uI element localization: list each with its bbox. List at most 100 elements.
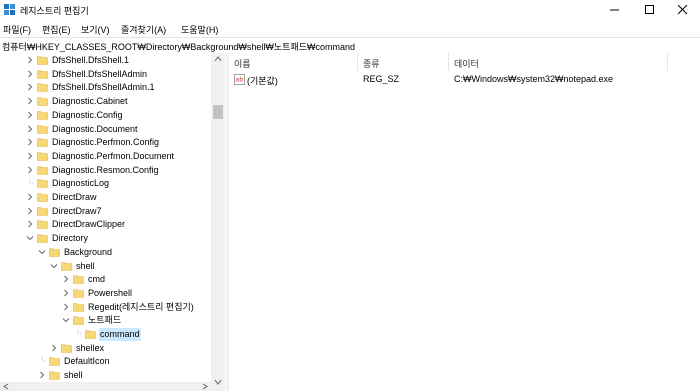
expand-chevron-icon[interactable] bbox=[26, 111, 34, 119]
tree-item[interactable]: 노트패드 bbox=[0, 314, 210, 327]
column-header-data-label: 데이터 bbox=[454, 59, 479, 69]
expand-chevron-icon[interactable] bbox=[26, 97, 34, 105]
address-bar[interactable]: 컴퓨터₩HKEY_CLASSES_ROOT₩Directory₩Backgrou… bbox=[0, 37, 700, 54]
folder-icon bbox=[73, 275, 84, 284]
expand-chevron-icon[interactable] bbox=[50, 344, 58, 352]
tree-item[interactable]: DirectDraw7 bbox=[0, 205, 210, 218]
expand-chevron-icon[interactable] bbox=[26, 70, 34, 78]
tree-item-label: shell bbox=[76, 260, 95, 271]
tree-item-label: cmd bbox=[88, 274, 106, 285]
key-tree[interactable]: DfsShell.DfsShell.1 DfsShell.DfsShellAdmi… bbox=[0, 53, 226, 391]
tree-item-label: DefaultIcon bbox=[64, 356, 110, 367]
folder-icon bbox=[37, 97, 48, 106]
tree-item[interactable]: shell bbox=[0, 369, 210, 382]
folder-icon bbox=[37, 69, 48, 79]
folder-icon bbox=[61, 343, 72, 353]
close-button[interactable] bbox=[666, 0, 700, 20]
minimize-icon bbox=[610, 9, 619, 11]
tree-item[interactable]: DefaultIcon bbox=[0, 355, 210, 368]
folder-icon bbox=[37, 56, 48, 65]
tree-item[interactable]: DirectDraw bbox=[0, 191, 210, 204]
tree-item[interactable]: DiagnosticLog bbox=[0, 177, 210, 190]
column-header-type[interactable]: 종류 bbox=[358, 53, 449, 71]
menu-edit[interactable]: 편집(E) bbox=[42, 23, 71, 36]
value-row-default[interactable]: ab (기본값) REG_SZ C:₩Windows₩system32₩note… bbox=[229, 73, 700, 87]
folder-icon bbox=[49, 247, 60, 257]
window-title: 레지스트리 편집기 bbox=[20, 6, 89, 16]
tree-item[interactable]: Diagnostic.Document bbox=[0, 123, 210, 136]
tree-item-label: shellex bbox=[76, 342, 105, 353]
expand-chevron-icon[interactable] bbox=[26, 207, 34, 215]
tree-item[interactable]: DfsShell.DfsShellAdmin.1 bbox=[0, 81, 210, 94]
value-type: REG_SZ bbox=[363, 74, 400, 84]
expand-chevron-icon[interactable] bbox=[38, 371, 46, 379]
tree-item-label: Powershell bbox=[88, 287, 133, 298]
value-data: C:₩Windows₩system32₩notepad.exe bbox=[454, 74, 614, 84]
tree-item[interactable]: shellex bbox=[0, 342, 210, 355]
minimize-button[interactable] bbox=[598, 0, 632, 20]
tree-item-label: Diagnostic.Perfmon.Config bbox=[52, 137, 160, 148]
collapse-chevron-icon[interactable] bbox=[26, 234, 34, 242]
tree-item-label: Diagnostic.Config bbox=[52, 109, 123, 120]
tree-item[interactable]: DfsShell.DfsShellAdmin bbox=[0, 68, 210, 81]
tree-item[interactable]: Diagnostic.Resmon.Config bbox=[0, 164, 210, 177]
collapse-chevron-icon[interactable] bbox=[50, 262, 58, 270]
tree-item[interactable]: Diagnostic.Config bbox=[0, 109, 210, 122]
expand-chevron-icon[interactable] bbox=[26, 138, 34, 146]
scroll-thumb[interactable] bbox=[213, 105, 223, 119]
scroll-up-icon[interactable] bbox=[214, 56, 222, 62]
folder-icon bbox=[37, 234, 48, 243]
tree-item[interactable]: DfsShell.DfsShell.1 bbox=[0, 54, 210, 67]
title-bar: 레지스트리 편집기 bbox=[0, 0, 700, 20]
menu-file[interactable]: 파일(F) bbox=[3, 23, 31, 36]
tree-item[interactable]: Directory bbox=[0, 232, 210, 245]
folder-icon bbox=[49, 357, 60, 367]
menu-favorites[interactable]: 즐겨찾기(A) bbox=[121, 23, 166, 36]
tree-item[interactable]: Diagnostic.Perfmon.Config bbox=[0, 136, 210, 149]
expand-chevron-icon[interactable] bbox=[26, 152, 34, 160]
tree-item[interactable]: DirectDrawClipper bbox=[0, 218, 210, 231]
expand-chevron-icon[interactable] bbox=[62, 275, 70, 283]
scroll-left-icon[interactable] bbox=[3, 383, 9, 390]
address-path[interactable]: 컴퓨터₩HKEY_CLASSES_ROOT₩Directory₩Backgrou… bbox=[2, 40, 355, 53]
column-header-type-label: 종류 bbox=[363, 59, 380, 69]
tree-item[interactable]: command bbox=[0, 328, 210, 341]
tree-item[interactable]: Background bbox=[0, 246, 210, 259]
tree-item[interactable]: Powershell bbox=[0, 287, 210, 300]
value-list[interactable]: 이름 종류 데이터 ab (기본값) REG_SZ C:₩Windows₩sys… bbox=[229, 53, 700, 391]
tree-item-label: Diagnostic.Cabinet bbox=[52, 96, 128, 107]
expand-chevron-icon[interactable] bbox=[26, 193, 34, 201]
folder-icon bbox=[37, 220, 48, 230]
tree-item[interactable]: shell bbox=[0, 260, 210, 273]
expand-chevron-icon[interactable] bbox=[26, 83, 34, 91]
tree-item[interactable]: Regedit(레지스트리 편집기) bbox=[0, 301, 210, 314]
tree-item-label: DirectDrawClipper bbox=[52, 219, 126, 230]
tree-horizontal-scrollbar[interactable] bbox=[0, 382, 211, 391]
svg-text:ab: ab bbox=[235, 76, 243, 84]
tree-item[interactable]: cmd bbox=[0, 273, 210, 286]
column-header-data[interactable]: 데이터 bbox=[449, 53, 668, 71]
menu-help[interactable]: 도움말(H) bbox=[181, 23, 218, 36]
expand-chevron-icon[interactable] bbox=[26, 220, 34, 228]
scroll-down-icon[interactable] bbox=[214, 379, 222, 385]
expand-chevron-icon[interactable] bbox=[26, 166, 34, 174]
tree-connector bbox=[74, 330, 82, 338]
folder-icon bbox=[37, 124, 48, 134]
tree-vertical-scrollbar[interactable] bbox=[211, 53, 225, 391]
tree-connector bbox=[26, 179, 34, 187]
folder-icon bbox=[85, 330, 96, 339]
collapse-chevron-icon[interactable] bbox=[38, 248, 46, 256]
tree-item[interactable]: Diagnostic.Cabinet bbox=[0, 95, 210, 108]
folder-icon bbox=[61, 261, 72, 271]
collapse-chevron-icon[interactable] bbox=[62, 316, 70, 324]
tree-item-label: Diagnostic.Document bbox=[52, 123, 138, 134]
menu-view[interactable]: 보기(V) bbox=[81, 23, 110, 36]
column-header-name[interactable]: 이름 bbox=[229, 53, 358, 71]
expand-chevron-icon[interactable] bbox=[62, 289, 70, 297]
expand-chevron-icon[interactable] bbox=[62, 303, 70, 311]
maximize-button[interactable] bbox=[633, 0, 667, 20]
expand-chevron-icon[interactable] bbox=[26, 125, 34, 133]
scroll-right-icon[interactable] bbox=[202, 383, 208, 390]
expand-chevron-icon[interactable] bbox=[26, 56, 34, 64]
tree-item[interactable]: Diagnostic.Perfmon.Document bbox=[0, 150, 210, 163]
